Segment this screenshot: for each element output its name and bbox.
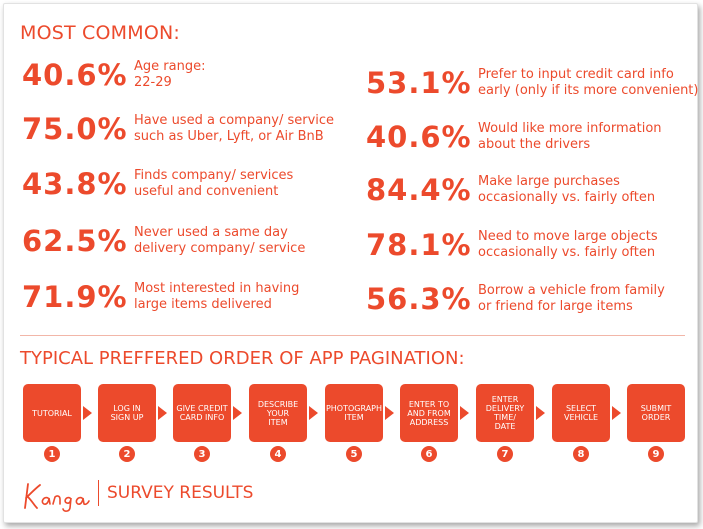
stat-description: Need to move large objects occasionally … [478, 229, 658, 260]
stat-item: 71.9% Most interested in having large it… [22, 280, 299, 314]
stat-item: 43.8% Finds company/ services useful and… [22, 167, 293, 201]
step-box: ENTER DELIVERY TIME/ DATE [476, 384, 534, 442]
stat-percent: 75.0% [22, 112, 128, 146]
stat-description: Prefer to input credit card info early (… [478, 67, 699, 98]
arrow-right-icon [309, 406, 318, 420]
stat-description: Most interested in having large items de… [134, 281, 300, 312]
stat-percent: 53.1% [366, 66, 472, 100]
section-divider [20, 335, 685, 336]
arrow-right-icon [460, 406, 469, 420]
footer-title: SURVEY RESULTS [107, 483, 254, 503]
step-number: 3 [194, 446, 210, 462]
stat-item: 78.1% Need to move large objects occasio… [366, 228, 658, 262]
step-number: 1 [44, 446, 60, 462]
step-number: 4 [270, 446, 286, 462]
stat-description: Would like more information about the dr… [478, 121, 662, 152]
step-number: 8 [573, 446, 589, 462]
step-number: 5 [346, 446, 362, 462]
footer-divider [98, 480, 99, 506]
step-box: LOG IN SIGN UP [98, 384, 156, 442]
step-number: 7 [497, 446, 513, 462]
stat-percent: 84.4% [366, 173, 472, 207]
stat-item: 40.6% Would like more information about … [366, 120, 662, 154]
stat-item: 62.5% Never used a same day delivery com… [22, 224, 305, 258]
step-box: ENTER TO AND FROM ADDRESS [400, 384, 458, 442]
stat-description: Finds company/ services useful and conve… [134, 168, 294, 199]
stat-description: Have used a company/ service such as Ube… [134, 113, 335, 144]
arrow-right-icon [536, 406, 545, 420]
step-number: 6 [421, 446, 437, 462]
stat-item: 75.0% Have used a company/ service such … [22, 112, 334, 146]
arrow-right-icon [233, 406, 242, 420]
stat-percent: 40.6% [366, 120, 472, 154]
most-common-heading: MOST COMMON: [20, 22, 181, 44]
step-box: DESCRIBE YOUR ITEM [249, 384, 307, 442]
stat-item: 40.6% Age range: 22-29 [22, 58, 205, 92]
stat-percent: 78.1% [366, 228, 472, 262]
step-box: SELECT VEHICLE [552, 384, 610, 442]
stat-percent: 71.9% [22, 280, 128, 314]
stat-percent: 56.3% [366, 282, 472, 316]
stat-percent: 62.5% [22, 224, 128, 258]
step-box: PHOTOGRAPH ITEM [325, 384, 383, 442]
stat-description: Never used a same day delivery company/ … [134, 225, 306, 256]
stat-item: 84.4% Make large purchases occasionally … [366, 173, 655, 207]
stat-item: 53.1% Prefer to input credit card info e… [366, 66, 698, 100]
pagination-heading: TYPICAL PREFFERED ORDER OF APP PAGINATIO… [20, 348, 465, 369]
kanga-logo [24, 483, 90, 512]
arrow-right-icon [612, 406, 621, 420]
stat-description: Borrow a vehicle from family or friend f… [478, 283, 665, 314]
arrow-right-icon [385, 406, 394, 420]
arrow-right-icon [83, 406, 92, 420]
stat-percent: 43.8% [22, 167, 128, 201]
step-box: GIVE CREDIT CARD INFO [173, 384, 231, 442]
step-box: SUBMIT ORDER [627, 384, 685, 442]
stat-description: Age range: 22-29 [134, 59, 206, 90]
step-number: 9 [648, 446, 664, 462]
stat-description: Make large purchases occasionally vs. fa… [478, 174, 656, 205]
stat-percent: 40.6% [22, 58, 128, 92]
step-box: TUTORIAL [23, 384, 81, 442]
stat-item: 56.3% Borrow a vehicle from family or fr… [366, 282, 665, 316]
arrow-right-icon [158, 406, 167, 420]
step-number: 2 [119, 446, 135, 462]
